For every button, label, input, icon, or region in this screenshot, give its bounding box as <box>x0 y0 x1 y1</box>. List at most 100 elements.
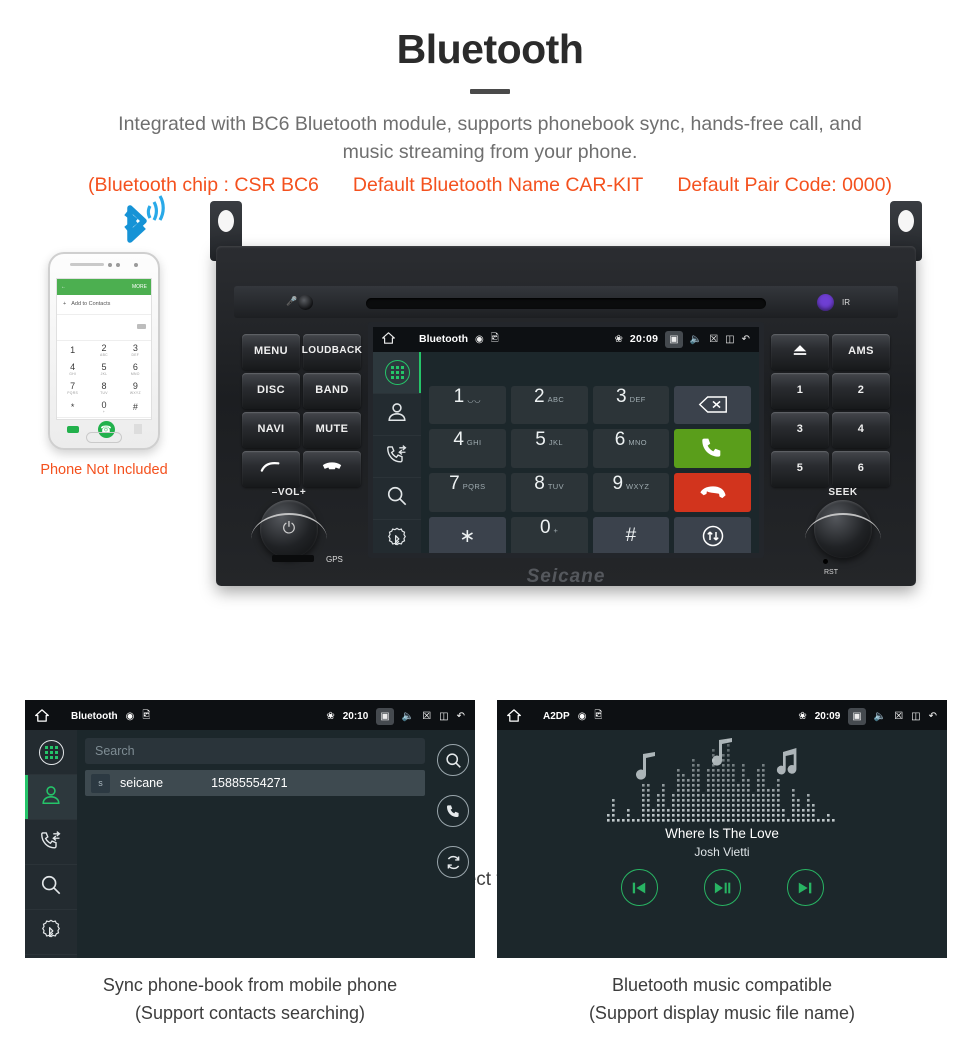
radio-button-navi[interactable]: NAVI <box>242 411 300 448</box>
radio-preset-5[interactable]: 5 <box>771 450 829 487</box>
key-hash[interactable]: # <box>592 516 670 553</box>
key-2[interactable]: 2 ABC <box>510 385 588 425</box>
close-app-icon[interactable]: ☒ <box>709 334 718 345</box>
spec-bt-name: Default Bluetooth Name CAR-KIT <box>352 173 644 196</box>
sync-icon[interactable] <box>437 846 469 878</box>
screenshot-icon[interactable]: ▣ <box>848 708 866 725</box>
sidebar-item-contacts[interactable] <box>373 394 421 436</box>
phone-key-letters: JKL <box>100 371 108 376</box>
audio-transfer-button[interactable] <box>674 516 751 553</box>
image-icon: 🖻 <box>490 332 499 344</box>
radio-preset-4[interactable]: 4 <box>832 411 890 448</box>
contact-list-item[interactable]: s seicane 15885554271 <box>85 770 425 796</box>
search-icon[interactable] <box>437 744 469 776</box>
key-7[interactable]: 7 PQRS <box>429 473 506 512</box>
radio-preset-3[interactable]: 3 <box>771 411 829 448</box>
key-number: 4 <box>453 429 464 451</box>
key-1[interactable]: 1 ◡◡ <box>429 385 506 425</box>
radio-button-loud-back[interactable]: LOUD BACK <box>302 333 362 370</box>
phonebook-sidebar-item-dialpad[interactable] <box>25 730 77 775</box>
subtitle-line-2: music streaming from your phone. <box>342 141 638 164</box>
image-icon: 🖻 <box>142 710 151 721</box>
home-icon[interactable] <box>35 708 49 725</box>
bluetooth-settings-icon <box>40 919 62 946</box>
radio-button-disc[interactable]: DISC <box>242 372 300 409</box>
recent-apps-icon[interactable]: ◫ <box>725 334 734 345</box>
phonebook-sidebar-item-bluetooth-settings[interactable] <box>25 910 77 955</box>
key-0[interactable]: 0 + <box>510 516 588 553</box>
screen-sidebar <box>373 351 421 553</box>
back-icon[interactable]: ↶ <box>457 711 465 722</box>
cd-slot <box>366 297 766 309</box>
key-6[interactable]: 6 MNO <box>592 429 670 469</box>
key-star[interactable]: ∗ <box>429 516 506 553</box>
phone-key-letters: WXYZ <box>129 390 141 395</box>
phonebook-sidebar-item-search[interactable] <box>25 865 77 910</box>
next-icon[interactable] <box>786 869 824 906</box>
music-title: A2DP <box>543 711 570 722</box>
radio-button-mute[interactable]: MUTE <box>303 411 361 448</box>
sidebar-item-bluetooth-settings[interactable] <box>373 520 421 553</box>
phone-key-number: 9 <box>132 380 138 391</box>
mobile-phone: ← MORE + Add to Contacts 1 2 ABC 3 DEF 4 GHI 5 J… <box>48 251 160 450</box>
radio-button-menu[interactable]: MENU <box>242 333 300 370</box>
key-letters: GHI <box>466 438 482 448</box>
call-end-button[interactable] <box>303 450 361 487</box>
reset-button[interactable] <box>823 558 828 564</box>
call-button[interactable] <box>674 429 751 469</box>
phone-key-*: * <box>57 398 88 417</box>
mic-icon: 🎤 <box>286 295 298 306</box>
radio-preset-1[interactable]: 1 <box>771 372 829 409</box>
close-app-icon[interactable]: ☒ <box>422 711 431 722</box>
call-icon[interactable] <box>437 795 469 827</box>
back-icon[interactable]: ↶ <box>929 711 937 722</box>
mute-icon[interactable]: 🔈 <box>874 711 886 722</box>
radio-preset-2[interactable]: 2 <box>832 372 890 409</box>
radio-button-band[interactable]: BAND <box>303 372 361 409</box>
key-3[interactable]: 3 DEF <box>592 385 670 425</box>
sidebar-item-search[interactable] <box>373 478 421 520</box>
backspace-icon <box>674 386 751 425</box>
now-playing-area: Where Is The Love Josh Vietti <box>497 730 947 958</box>
home-icon[interactable] <box>507 708 521 725</box>
sidebar-item-call-log[interactable] <box>373 436 421 478</box>
close-app-icon[interactable]: ☒ <box>894 711 903 722</box>
key-5[interactable]: 5 JKL <box>510 429 588 469</box>
key-9[interactable]: 9 WXYZ <box>592 473 670 512</box>
call-pickup-button[interactable] <box>242 450 300 487</box>
call-log-icon <box>40 829 63 856</box>
key-4[interactable]: 4 GHI <box>429 429 506 469</box>
music-screen: A2DP ◉ 🖻 ❀ 20:09 ▣ 🔈 ☒ ◫ ↶ Where Is The … <box>497 700 947 958</box>
screen-title: Bluetooth <box>419 333 468 346</box>
recent-apps-icon[interactable]: ◫ <box>439 711 448 722</box>
main-unit-area: ← MORE + Add to Contacts 1 2 ABC 3 DEF 4 GHI 5 J… <box>0 194 980 890</box>
key-letters: ABC <box>547 394 565 404</box>
hangup-button[interactable] <box>674 473 751 512</box>
music-caption-line-1: Bluetooth music compatible <box>611 975 833 995</box>
mute-icon[interactable]: 🔈 <box>402 711 414 722</box>
previous-icon[interactable] <box>620 869 658 906</box>
eject-button[interactable] <box>771 333 829 370</box>
phone-key-letters: GHI <box>69 371 77 376</box>
radio-preset-6[interactable]: 6 <box>832 450 890 487</box>
phone-screen: ← MORE + Add to Contacts 1 2 ABC 3 DEF 4 GHI 5 J… <box>56 277 152 438</box>
key-8[interactable]: 8 TUV <box>510 473 588 512</box>
recent-apps-icon[interactable]: ◫ <box>911 711 920 722</box>
mute-icon[interactable]: 🔈 <box>690 334 702 345</box>
contacts-icon <box>40 784 62 811</box>
screenshot-icon[interactable]: ▣ <box>665 330 683 348</box>
phonebook-sidebar-item-call-log[interactable] <box>25 820 77 865</box>
phone-add-contact-label: Add to Contacts <box>71 301 111 308</box>
key-letters: TUV <box>547 482 565 492</box>
phonebook-sidebar-item-contacts[interactable] <box>25 775 77 820</box>
phonebook-caption: Sync phone-book from mobile phone (Suppo… <box>25 972 475 1028</box>
sidebar-item-dialpad[interactable] <box>373 351 421 394</box>
screenshot-icon[interactable]: ▣ <box>376 708 394 725</box>
backspace-button[interactable] <box>674 385 751 425</box>
radio-preset-ams[interactable]: AMS <box>832 333 890 370</box>
home-icon[interactable] <box>382 331 395 347</box>
back-icon[interactable]: ↶ <box>742 334 750 345</box>
search-input[interactable]: Search <box>85 738 425 764</box>
ir-label: IR <box>842 297 850 307</box>
play-pause-icon[interactable] <box>703 869 741 906</box>
